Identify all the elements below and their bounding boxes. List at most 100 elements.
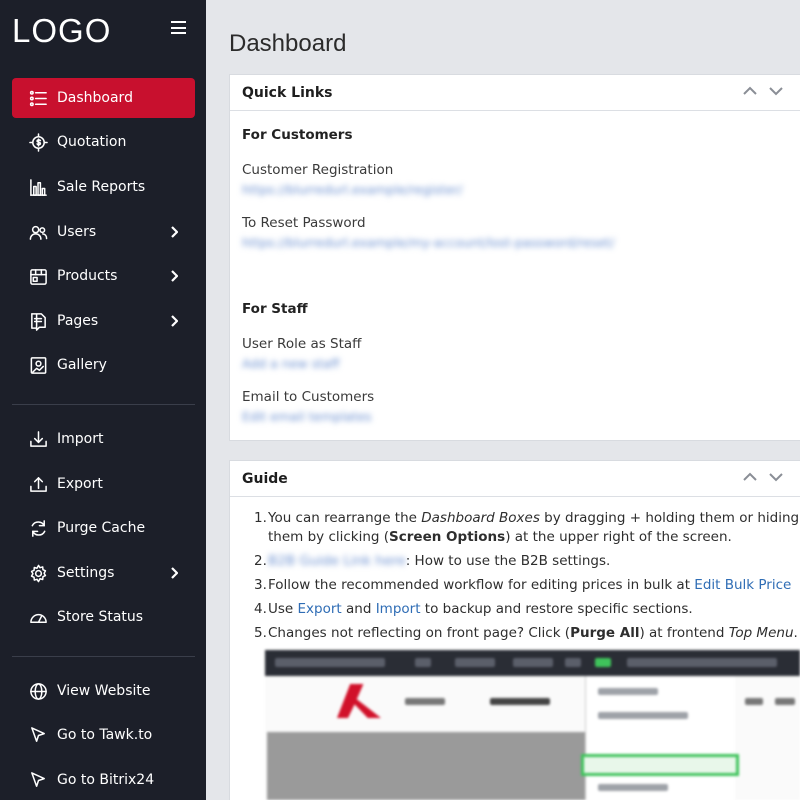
globe-icon	[28, 681, 48, 701]
customers-heading: For Customers	[242, 127, 353, 143]
guide-strong: Purge All	[570, 625, 640, 641]
dollar-target-icon	[28, 132, 48, 152]
import-link[interactable]: Import	[376, 601, 421, 617]
sidebar-item-bitrix[interactable]: Go to Bitrix24	[12, 760, 195, 800]
sidebar-item-label: Purge Cache	[57, 520, 146, 536]
sidebar-item-label: Gallery	[57, 357, 107, 373]
page-title: Dashboard	[229, 30, 347, 57]
b2b-guide-link[interactable]: B2B Guide Link here	[268, 553, 406, 569]
staff-heading: For Staff	[242, 301, 308, 317]
sidebar-divider	[12, 404, 195, 405]
gear-icon	[28, 563, 48, 583]
sidebar-item-label: Store Status	[57, 609, 144, 625]
users-icon	[28, 222, 48, 242]
list-number: 1.	[254, 510, 267, 526]
guide-text: Use	[268, 601, 298, 617]
sidebar-item-label: View Website	[57, 683, 151, 699]
email-customers-label: Email to Customers	[242, 389, 375, 405]
card-title: Quick Links	[242, 84, 333, 101]
chevron-right-icon	[167, 315, 181, 327]
guide-item-2: 2. B2B Guide Link here: How to use the B…	[242, 552, 800, 571]
sidebar-item-dashboard[interactable]: Dashboard	[12, 78, 195, 118]
guide-text: .	[793, 625, 798, 641]
sidebar-item-purge-cache[interactable]: Purge Cache	[12, 508, 195, 548]
pages-icon	[28, 311, 48, 331]
sidebar: LOGO Dashboard Quotation Sale Reports Us…	[0, 0, 206, 800]
export-link[interactable]: Export	[298, 601, 342, 617]
customer-registration-label: Customer Registration	[242, 162, 394, 178]
sidebar-item-label: Sale Reports	[57, 179, 146, 195]
sidebar-item-tawk[interactable]: Go to Tawk.to	[12, 715, 195, 755]
chevron-right-icon	[167, 567, 181, 579]
list-number: 4.	[254, 601, 267, 617]
chevron-down-icon[interactable]	[768, 470, 784, 484]
list-icon	[28, 88, 48, 108]
guide-emphasis: Top Menu	[728, 625, 794, 641]
card-header: Quick Links	[230, 75, 800, 111]
guide-strong: Screen Options	[389, 529, 506, 545]
quick-links-card: Quick Links For Customers Customer Regis…	[229, 74, 800, 441]
screenshot-purge-highlight	[581, 754, 739, 776]
sidebar-item-view-website[interactable]: View Website	[12, 671, 195, 711]
screenshot-dropdown	[585, 676, 735, 800]
guide-text: ) at frontend	[639, 625, 729, 641]
sidebar-item-label: Import	[57, 431, 104, 447]
upload-icon	[28, 474, 48, 494]
staff-role-label: User Role as Staff	[242, 336, 362, 352]
reset-password-label: To Reset Password	[242, 215, 366, 231]
sidebar-item-label: Quotation	[57, 134, 127, 150]
sidebar-item-export[interactable]: Export	[12, 464, 195, 504]
sidebar-item-sale-reports[interactable]: Sale Reports	[12, 167, 195, 207]
store-icon	[28, 266, 48, 286]
screenshot-logo	[337, 684, 381, 718]
sidebar-item-products[interactable]: Products	[12, 256, 195, 296]
guide-text: and	[341, 601, 376, 617]
hamburger-menu-icon[interactable]	[171, 21, 186, 34]
bar-chart-icon	[28, 177, 48, 197]
chevron-up-icon[interactable]	[742, 84, 758, 98]
sidebar-item-store-status[interactable]: Store Status	[12, 597, 195, 637]
sidebar-item-label: Dashboard	[57, 90, 133, 106]
sidebar-item-label: Export	[57, 476, 103, 492]
refresh-icon	[28, 518, 48, 538]
customer-registration-link[interactable]: https://blurredurl.example/register/	[242, 182, 462, 197]
edit-bulk-price-link[interactable]: Edit Bulk Price	[694, 577, 791, 593]
reset-password-link[interactable]: https://blurredurl.example/my-account/lo…	[242, 235, 614, 250]
guide-text: Changes not reflecting on front page? Cl…	[268, 625, 571, 641]
sidebar-item-settings[interactable]: Settings	[12, 553, 195, 593]
guide-item-3: 3. Follow the recommended workflow for e…	[242, 576, 800, 595]
sidebar-item-label: Pages	[57, 313, 99, 329]
sidebar-item-gallery[interactable]: Gallery	[12, 345, 195, 385]
purge-all-screenshot	[265, 650, 800, 800]
list-number: 5.	[254, 625, 267, 641]
guide-emphasis: Dashboard Boxes	[421, 510, 540, 526]
guide-text: Follow the recommended workflow for edit…	[268, 577, 695, 593]
chevron-down-icon[interactable]	[768, 84, 784, 98]
staff-role-link[interactable]: Add a new staff	[242, 356, 339, 371]
sidebar-item-label: Products	[57, 268, 118, 284]
email-customers-link[interactable]: Edit email templates	[242, 409, 372, 424]
chevron-up-icon[interactable]	[742, 470, 758, 484]
logo[interactable]: LOGO	[12, 12, 111, 50]
guide-item-5: 5. Changes not reflecting on front page?…	[242, 624, 800, 643]
cursor-icon	[28, 725, 48, 745]
sidebar-item-users[interactable]: Users	[12, 212, 195, 252]
guide-text: to backup and restore specific sections.	[420, 601, 693, 617]
chevron-right-icon	[167, 270, 181, 282]
cursor-icon	[28, 770, 48, 790]
sidebar-item-pages[interactable]: Pages	[12, 301, 195, 341]
sidebar-item-label: Users	[57, 224, 97, 240]
sidebar-item-label: Settings	[57, 565, 115, 581]
sidebar-item-import[interactable]: Import	[12, 419, 195, 459]
sidebar-item-quotation[interactable]: Quotation	[12, 122, 195, 162]
gauge-icon	[28, 607, 48, 627]
card-header: Guide	[230, 461, 800, 497]
card-controls	[742, 84, 784, 98]
list-number: 3.	[254, 577, 267, 593]
gallery-icon	[28, 355, 48, 375]
list-number: 2.	[254, 553, 267, 569]
guide-text: You can rearrange the	[268, 510, 422, 526]
card-controls	[742, 470, 784, 484]
guide-list: 1. You can rearrange the Dashboard Boxes…	[242, 509, 800, 648]
download-icon	[28, 429, 48, 449]
